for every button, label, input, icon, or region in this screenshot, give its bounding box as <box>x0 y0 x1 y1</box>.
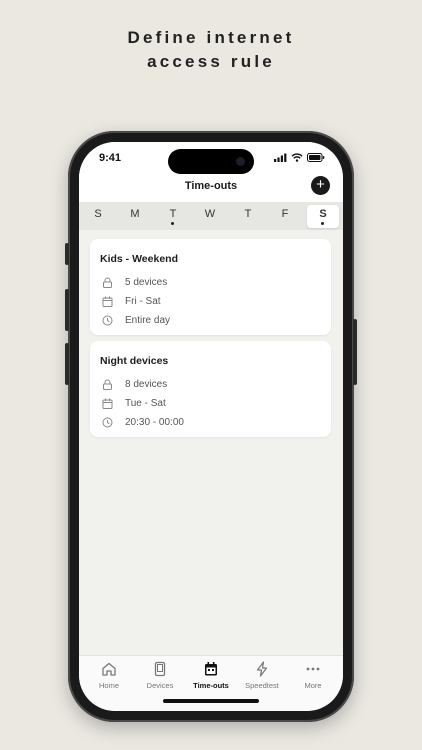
home-indicator <box>163 699 259 703</box>
day-thursday[interactable]: T <box>232 205 264 228</box>
headline-line-1: Define internet <box>127 28 295 47</box>
more-icon <box>306 667 320 671</box>
tab-time-outs[interactable]: Time-outs <box>185 661 237 695</box>
day-label: T <box>169 208 177 220</box>
mute-switch <box>65 243 69 265</box>
rule-time: 20:30 - 00:00 <box>125 416 184 428</box>
headline-line-2: access rule <box>147 52 275 71</box>
tab-devices[interactable]: Devices <box>134 661 186 695</box>
camera-icon <box>236 157 245 166</box>
phone-frame: 9:41 Time-outs + S M T W T F S Kids - We… <box>65 131 357 722</box>
rule-title: Night devices <box>100 355 169 367</box>
volume-up-button <box>65 289 69 331</box>
marketing-headline: Define internet access rule <box>0 26 422 74</box>
devices-icon <box>154 661 166 677</box>
tab-home[interactable]: Home <box>83 661 135 695</box>
rule-card[interactable]: Night devices 8 devices Tue - Sat 20:30 … <box>90 341 331 437</box>
lock-icon <box>103 379 112 390</box>
tab-label: Devices <box>146 681 174 690</box>
day-wednesday[interactable]: W <box>194 205 226 228</box>
page-title: Time-outs <box>184 180 238 192</box>
rule-devices: 8 devices <box>125 378 168 390</box>
home-icon <box>102 662 116 676</box>
day-label: M <box>130 208 140 220</box>
lock-icon <box>103 277 112 288</box>
rule-devices-row: 8 devices <box>102 377 167 391</box>
tab-label: Speedtest <box>245 681 279 690</box>
calendar-icon <box>205 662 217 676</box>
power-button <box>353 319 357 385</box>
tab-speedtest[interactable]: Speedtest <box>236 661 288 695</box>
rule-card[interactable]: Kids - Weekend 5 devices Fri - Sat Entir… <box>90 239 331 335</box>
day-label: S <box>94 208 102 220</box>
day-tuesday[interactable]: T <box>157 205 189 228</box>
tab-label: More <box>304 681 322 690</box>
clock-icon <box>102 417 113 427</box>
tab-label: Home <box>98 681 119 690</box>
dynamic-island <box>168 149 254 174</box>
day-label: S <box>319 208 327 220</box>
add-rule-button[interactable]: + <box>311 176 330 195</box>
week-day-selector: S M T W T F S <box>79 202 343 230</box>
rule-days-row: Tue - Sat <box>102 396 166 410</box>
day-monday[interactable]: M <box>119 205 151 228</box>
event-dot <box>171 222 174 225</box>
status-time: 9:41 <box>99 152 122 164</box>
rule-days: Tue - Sat <box>125 397 166 409</box>
rule-devices: 5 devices <box>125 276 168 288</box>
rule-title: Kids - Weekend <box>100 253 178 265</box>
signal-icon <box>274 153 287 162</box>
wifi-icon <box>291 153 303 162</box>
day-saturday[interactable]: S <box>307 205 339 228</box>
tab-more[interactable]: More <box>287 661 339 695</box>
day-friday[interactable]: F <box>269 205 301 228</box>
rule-time-row: Entire day <box>102 313 170 327</box>
phone-screen: 9:41 Time-outs + S M T W T F S Kids - We… <box>79 142 343 711</box>
tab-label: Time-outs <box>193 681 229 690</box>
rule-days-row: Fri - Sat <box>102 294 161 308</box>
rule-time-row: 20:30 - 00:00 <box>102 415 184 429</box>
calendar-icon <box>102 398 113 409</box>
battery-icon <box>307 153 325 162</box>
calendar-icon <box>102 296 113 307</box>
rule-time: Entire day <box>125 314 171 326</box>
rule-days: Fri - Sat <box>125 295 161 307</box>
day-label: F <box>281 208 289 220</box>
navigation-bar: Time-outs + <box>79 176 343 202</box>
clock-icon <box>102 315 113 325</box>
status-icons <box>274 153 325 162</box>
volume-down-button <box>65 343 69 385</box>
rule-devices-row: 5 devices <box>102 275 167 289</box>
day-label: W <box>204 208 216 220</box>
day-label: T <box>244 208 252 220</box>
event-dot <box>321 222 324 225</box>
day-sunday[interactable]: S <box>82 205 114 228</box>
lightning-icon <box>256 661 268 677</box>
